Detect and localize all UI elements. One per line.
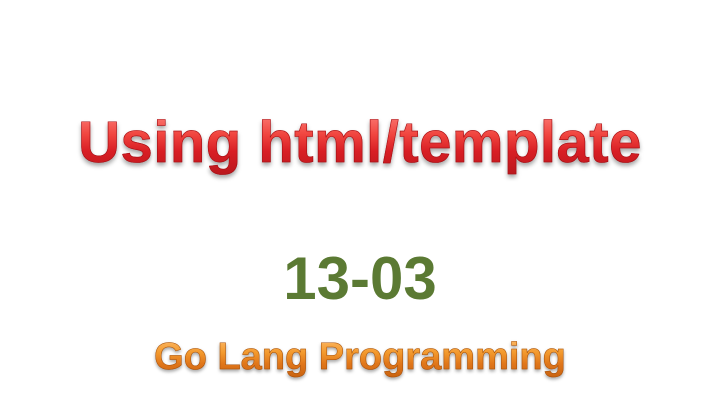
lesson-number: 13-03 xyxy=(283,245,437,312)
title-slide: Using html/template 13-03 Go Lang Progra… xyxy=(0,0,720,405)
slide-subtitle: Go Lang Programming xyxy=(0,334,720,380)
slide-title: Using html/template xyxy=(0,108,720,178)
